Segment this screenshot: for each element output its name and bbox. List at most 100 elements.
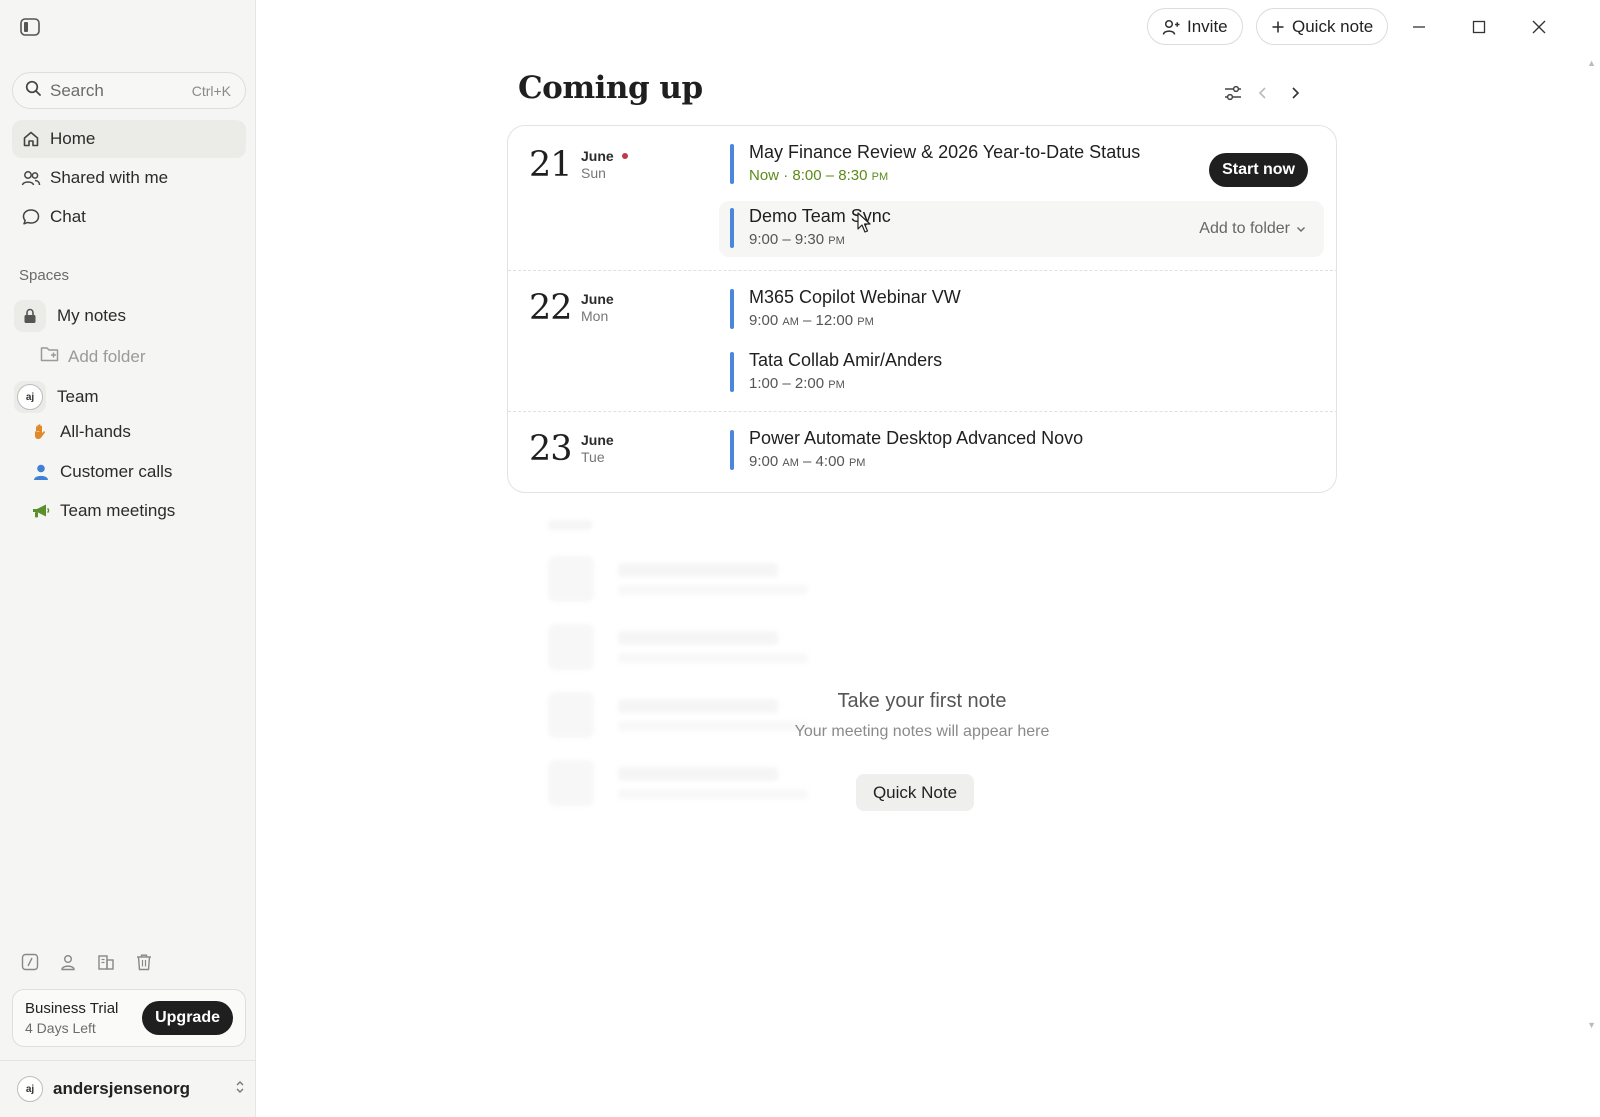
trash-icon[interactable] xyxy=(134,952,154,972)
lock-icon xyxy=(14,300,46,332)
scroll-down-arrow-icon[interactable]: ▼ xyxy=(1587,1020,1596,1030)
event-time: 9:00 AM – 12:00 PM xyxy=(749,312,874,329)
sidebar-item-home[interactable]: Home xyxy=(12,120,246,158)
time-separator: · xyxy=(783,167,789,184)
app-window: Search Ctrl+K Home Shared with me Chat S… xyxy=(0,0,1600,1117)
event-item[interactable]: Power Automate Desktop Advanced Novo 9:0… xyxy=(719,423,1324,479)
sidebar-item-chat[interactable]: Chat xyxy=(12,198,246,236)
time-ampm: PM xyxy=(857,316,874,328)
space-my-notes[interactable]: My notes xyxy=(14,300,126,332)
day-of-week: Mon xyxy=(581,308,609,324)
empty-state-title: Take your first note xyxy=(837,690,1007,712)
event-item[interactable]: May Finance Review & 2026 Year-to-Date S… xyxy=(719,137,1324,193)
today-indicator xyxy=(621,153,628,159)
add-folder-button[interactable]: Add folder xyxy=(40,345,146,368)
space-team[interactable]: aj Team xyxy=(14,381,99,413)
chevron-down-icon xyxy=(1296,220,1306,238)
person-outline-icon[interactable] xyxy=(58,952,78,972)
event-title: M365 Copilot Webinar VW xyxy=(749,287,961,307)
mouse-cursor-icon xyxy=(857,212,873,239)
time-end: – 4:00 xyxy=(803,453,845,470)
event-item[interactable]: Demo Team Sync 9:00 – 9:30 PM Add to fol… xyxy=(719,201,1324,257)
team-avatar: aj xyxy=(14,381,46,413)
minimize-icon[interactable] xyxy=(1408,16,1430,38)
start-now-button[interactable]: Start now xyxy=(1209,153,1308,187)
maximize-icon[interactable] xyxy=(1468,16,1490,38)
folder-label: Team meetings xyxy=(60,501,176,520)
time-ampm: PM xyxy=(848,457,866,469)
account-name: andersjensenorg xyxy=(53,1079,190,1098)
folder-customer-calls[interactable]: Customer calls xyxy=(30,462,172,482)
day-of-week: Sun xyxy=(581,165,606,181)
time-end: – 12:00 xyxy=(803,312,854,329)
time-start: 9:00 xyxy=(749,312,779,329)
day-number: 22 xyxy=(529,288,573,328)
hand-icon xyxy=(30,422,52,442)
people-icon xyxy=(20,167,42,189)
day-month: June xyxy=(581,291,614,307)
event-time: 9:00 – 9:30 PM xyxy=(749,231,845,248)
day-group: 21 June Sun May Finance Review & 2026 Ye… xyxy=(508,126,1336,270)
building-icon[interactable] xyxy=(96,952,116,972)
day-meta: June Tue xyxy=(581,432,614,465)
day-of-week: Tue xyxy=(581,449,605,465)
event-title: Tata Collab Amir/Anders xyxy=(749,350,943,370)
event-color-bar xyxy=(730,430,734,470)
event-title: May Finance Review & 2026 Year-to-Date S… xyxy=(749,142,1141,162)
add-folder-label: Add folder xyxy=(68,346,146,366)
empty-state-subtitle: Your meeting notes will appear here xyxy=(794,723,1050,740)
sidebar-divider xyxy=(0,1060,256,1061)
day-month: June xyxy=(581,148,628,164)
folder-all-hands[interactable]: All-hands xyxy=(30,422,131,442)
sidebar-toggle-icon[interactable] xyxy=(20,18,40,36)
upgrade-button[interactable]: Upgrade xyxy=(142,1001,233,1035)
event-time: 9:00 AM – 4:00 PM xyxy=(749,453,865,470)
time-range: 9:00 – 9:30 xyxy=(749,231,825,248)
search-placeholder: Search xyxy=(50,80,104,100)
folder-label: All-hands xyxy=(60,422,131,441)
day-group: 23 June Tue Power Automate Desktop Advan… xyxy=(508,411,1336,492)
filter-sliders-icon[interactable] xyxy=(1222,82,1244,104)
quick-note-top-button[interactable]: Quick note xyxy=(1256,8,1389,45)
event-item[interactable]: M365 Copilot Webinar VW 9:00 AM – 12:00 … xyxy=(719,282,1324,338)
time-range: 1:00 – 2:00 xyxy=(749,375,825,392)
trial-card: Business Trial 4 Days Left Upgrade xyxy=(12,989,246,1047)
add-person-icon xyxy=(1162,18,1180,36)
account-switcher[interactable]: aj andersjensenorg xyxy=(17,1076,245,1102)
upcoming-events-card: 21 June Sun May Finance Review & 2026 Ye… xyxy=(507,125,1337,493)
time-ampm: PM xyxy=(871,171,889,183)
template-icon[interactable] xyxy=(20,952,40,972)
space-label: Team xyxy=(57,387,99,406)
trial-title: Business Trial xyxy=(25,1000,119,1017)
event-item[interactable]: Tata Collab Amir/Anders 1:00 – 2:00 PM xyxy=(719,345,1324,401)
sidebar-item-label: Shared with me xyxy=(50,168,169,187)
day-meta: June Mon xyxy=(581,291,614,324)
sidebar: Search Ctrl+K Home Shared with me Chat S… xyxy=(0,0,256,1117)
event-title: Power Automate Desktop Advanced Novo xyxy=(749,428,1084,448)
chevron-right-icon[interactable] xyxy=(1284,82,1306,104)
event-color-bar xyxy=(730,289,734,329)
spaces-heading: Spaces xyxy=(19,267,70,284)
sidebar-item-shared[interactable]: Shared with me xyxy=(12,159,246,197)
scroll-up-arrow-icon[interactable]: ▲ xyxy=(1587,58,1596,68)
close-icon[interactable] xyxy=(1528,16,1550,38)
search-icon xyxy=(25,80,41,101)
day-meta: June Sun xyxy=(581,148,628,181)
chevron-left-icon[interactable] xyxy=(1252,82,1274,104)
time-ampm: AM xyxy=(782,457,799,469)
placeholder-row xyxy=(548,556,808,602)
person-icon xyxy=(30,463,52,481)
quick-note-button[interactable]: Quick Note xyxy=(856,774,974,811)
add-to-folder-dropdown[interactable]: Add to folder xyxy=(1199,220,1306,238)
day-group: 22 June Mon M365 Copilot Webinar VW 9:00… xyxy=(508,270,1336,411)
day-number: 23 xyxy=(529,429,573,469)
time-range: 8:00 – 8:30 xyxy=(792,167,868,184)
search-input[interactable]: Search Ctrl+K xyxy=(12,72,246,109)
event-color-bar xyxy=(730,144,734,184)
event-color-bar xyxy=(730,208,734,248)
time-start: 9:00 xyxy=(749,453,779,470)
now-label: Now xyxy=(749,167,780,184)
invite-button[interactable]: Invite xyxy=(1147,8,1243,45)
folder-team-meetings[interactable]: Team meetings xyxy=(30,501,175,521)
search-shortcut: Ctrl+K xyxy=(191,82,231,99)
